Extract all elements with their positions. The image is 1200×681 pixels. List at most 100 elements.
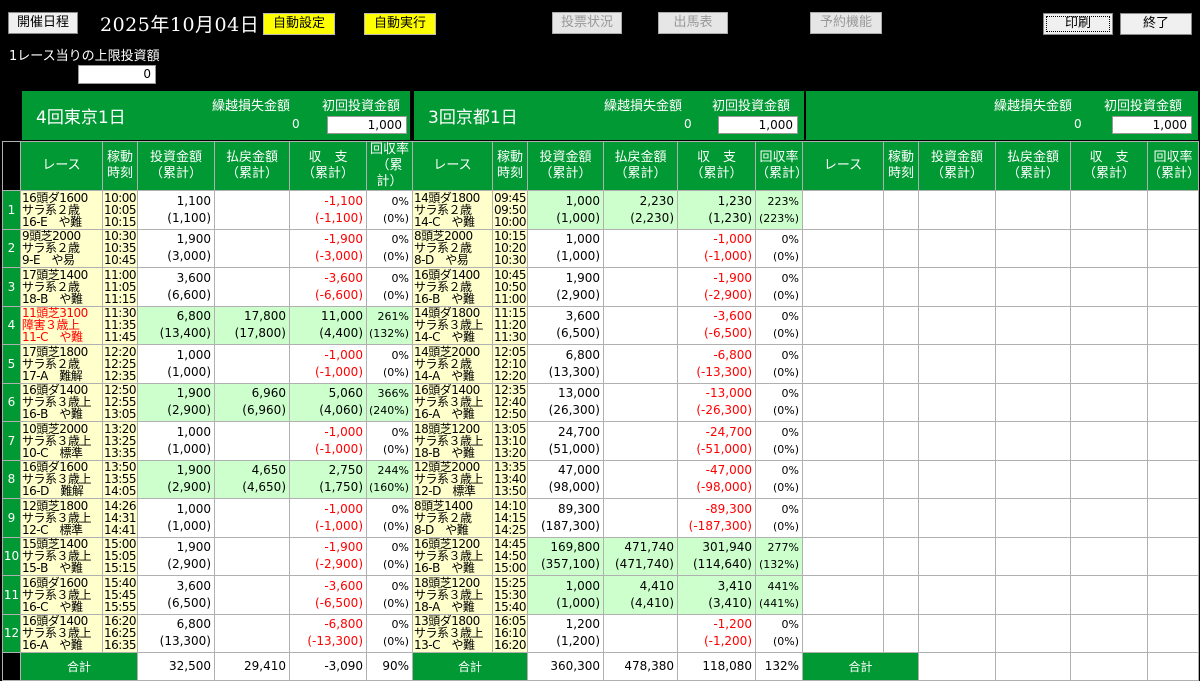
race-info[interactable]: 11頭芝3100 障害３歳上 11-C や難 [20, 305, 103, 345]
vote-status-button[interactable]: 投票状況 [552, 12, 622, 34]
race-number[interactable]: 1 [2, 190, 21, 230]
venue-header-2: 3回京都1日 繰越損失金額 初回投資金額 0 1,000 [414, 91, 804, 140]
header-investment: 投資金額 （累計） [137, 141, 215, 191]
race-number[interactable]: 6 [2, 382, 21, 422]
empty-cell [1147, 344, 1199, 384]
balance-cell: -1,000 (-1,000) [289, 344, 367, 384]
race-number[interactable]: 5 [2, 344, 21, 384]
empty-cell [883, 267, 919, 307]
race-number[interactable]: 10 [2, 536, 21, 576]
race-info[interactable]: 16頭ダ1400 サラ系３歳上 16-A や難 [20, 613, 103, 653]
upper-limit-input[interactable]: 0 [78, 65, 156, 84]
race-info[interactable]: 10頭芝2000 サラ系３歳上 10-C 標準 [20, 421, 103, 461]
initial-investment-input[interactable]: 1,000 [327, 116, 407, 134]
payout-cell [214, 190, 290, 230]
race-info[interactable]: 12頭芝2000 サラ系３歳上 12-D 標準 [412, 459, 493, 499]
empty-cell [918, 344, 996, 384]
investment-cell: 89,300 (187,300) [527, 498, 604, 538]
race-info[interactable]: 16頭ダ1600 サラ系３歳上 16-D 難解 [20, 459, 103, 499]
race-number[interactable]: 8 [2, 459, 21, 499]
race-info[interactable]: 16頭ダ1400 サラ系３歳上 16-A や難 [412, 382, 493, 422]
payout-cell [214, 613, 290, 653]
race-number[interactable]: 2 [2, 228, 21, 268]
empty-cell [1147, 305, 1199, 345]
payout-cell [603, 613, 678, 653]
race-info[interactable]: 17頭芝1400 サラ系２歳 18-B や難 [20, 267, 103, 307]
empty-cell [883, 459, 919, 499]
race-info[interactable]: 12頭芝1800 サラ系３歳上 12-C 標準 [20, 498, 103, 538]
race-info[interactable]: 17頭芝1800 サラ系２歳 17-A 難解 [20, 344, 103, 384]
empty-cell [995, 459, 1071, 499]
race-info[interactable]: 14頭ダ1800 サラ系２歳 14-C や難 [412, 190, 493, 230]
return-rate-cell: 223% (223%) [755, 190, 803, 230]
entries-button[interactable]: 出馬表 [658, 12, 728, 34]
race-info[interactable]: 13頭ダ1800 サラ系３歳上 13-C や難 [412, 613, 493, 653]
auto-setting-button[interactable]: 自動設定 [263, 13, 335, 35]
payout-cell [214, 228, 290, 268]
empty-cell [883, 190, 919, 230]
race-info[interactable]: 9頭芝2000 サラ系２歳 9-E や易 [20, 228, 103, 268]
header-balance: 収 支（累計） [289, 141, 367, 191]
header-payout: 払戻金額 （累計） [603, 141, 678, 191]
race-number[interactable]: 3 [2, 267, 21, 307]
empty-cell [995, 228, 1071, 268]
empty-cell [802, 190, 884, 230]
auto-run-button[interactable]: 自動実行 [364, 13, 436, 35]
payout-cell: 6,960 (6,960) [214, 382, 290, 422]
return-rate-cell: 0% (0%) [366, 536, 413, 576]
race-info[interactable]: 8頭芝2000 サラ系２歳 8-D や易 [412, 228, 493, 268]
race-info[interactable]: 8頭芝1400 サラ系２歳 8-D や難 [412, 498, 493, 538]
race-number[interactable]: 7 [2, 421, 21, 461]
race-info[interactable]: 16頭ダ1600 サラ系３歳上 16-C や難 [20, 575, 103, 615]
race-info[interactable]: 14頭ダ1800 サラ系３歳上 14-C や難 [412, 305, 493, 345]
empty-cell [1147, 459, 1199, 499]
balance-cell: -3,600 (-6,500) [289, 575, 367, 615]
empty-cell [995, 421, 1071, 461]
print-button[interactable]: 印刷 [1043, 13, 1113, 35]
investment-cell: 1,900 (2,900) [137, 459, 215, 499]
investment-cell: 13,000 (26,300) [527, 382, 604, 422]
race-info[interactable]: 16頭ダ1600 サラ系２歳 16-E や難 [20, 190, 103, 230]
investment-cell: 6,800 (13,400) [137, 305, 215, 345]
schedule-button[interactable]: 開催日程 [8, 12, 78, 34]
race-info[interactable]: 16頭芝1200 サラ系３歳上 16-B や難 [412, 536, 493, 576]
initial-investment-input[interactable]: 1,000 [1112, 116, 1192, 134]
empty-cell [883, 575, 919, 615]
payout-cell: 4,650 (4,650) [214, 459, 290, 499]
balance-cell: -24,700 (-51,000) [677, 421, 756, 461]
race-time: 14:26 14:31 14:41 [102, 498, 138, 538]
race-number[interactable]: 11 [2, 575, 21, 615]
payout-cell [603, 421, 678, 461]
empty-cell [1147, 652, 1199, 681]
race-info[interactable]: 18頭芝1200 サラ系３歳上 18-A や難 [412, 575, 493, 615]
race-info[interactable]: 16頭ダ1400 サラ系２歳 16-B や難 [412, 267, 493, 307]
race-info[interactable]: 16頭ダ1400 サラ系３歳上 16-B や難 [20, 382, 103, 422]
empty-cell [1147, 575, 1199, 615]
race-number[interactable]: 4 [2, 305, 21, 345]
empty-cell [995, 613, 1071, 653]
empty-cell [1070, 190, 1148, 230]
empty-cell [802, 344, 884, 384]
carry-loss-value: 0 [684, 117, 692, 131]
balance-cell: -1,900 (-2,900) [677, 267, 756, 307]
race-time: 13:05 13:10 13:20 [492, 421, 528, 461]
header-time: 稼動 時刻 [102, 141, 138, 191]
initial-investment-input[interactable]: 1,000 [718, 116, 798, 134]
race-number[interactable]: 9 [2, 498, 21, 538]
empty-cell [1070, 382, 1148, 422]
race-number[interactable]: 12 [2, 613, 21, 653]
reserve-button[interactable]: 予約機能 [810, 12, 882, 34]
empty-cell [995, 305, 1071, 345]
race-info[interactable]: 15頭芝1400 サラ系３歳上 15-B や難 [20, 536, 103, 576]
empty-cell [802, 228, 884, 268]
table-row: 9 12頭芝1800 サラ系３歳上 12-C 標準 14:26 14:31 14:41 1,0… [2, 498, 1199, 538]
race-info[interactable]: 18頭芝1200 サラ系３歳上 18-B や難 [412, 421, 493, 461]
carry-loss-value: 0 [1074, 117, 1082, 131]
race-info[interactable]: 14頭芝2000 サラ系２歳 14-A や難 [412, 344, 493, 384]
results-table: レース 稼動 時刻 投資金額 （累計） 払戻金額 （累計）収 支（累計） 回収率 （累計） レース… [2, 141, 1199, 681]
exit-button[interactable]: 終了 [1120, 13, 1192, 35]
payout-cell [214, 267, 290, 307]
race-time: 11:15 11:20 11:30 [492, 305, 528, 345]
total-payout: 478,380 [603, 652, 678, 681]
empty-cell [995, 575, 1071, 615]
